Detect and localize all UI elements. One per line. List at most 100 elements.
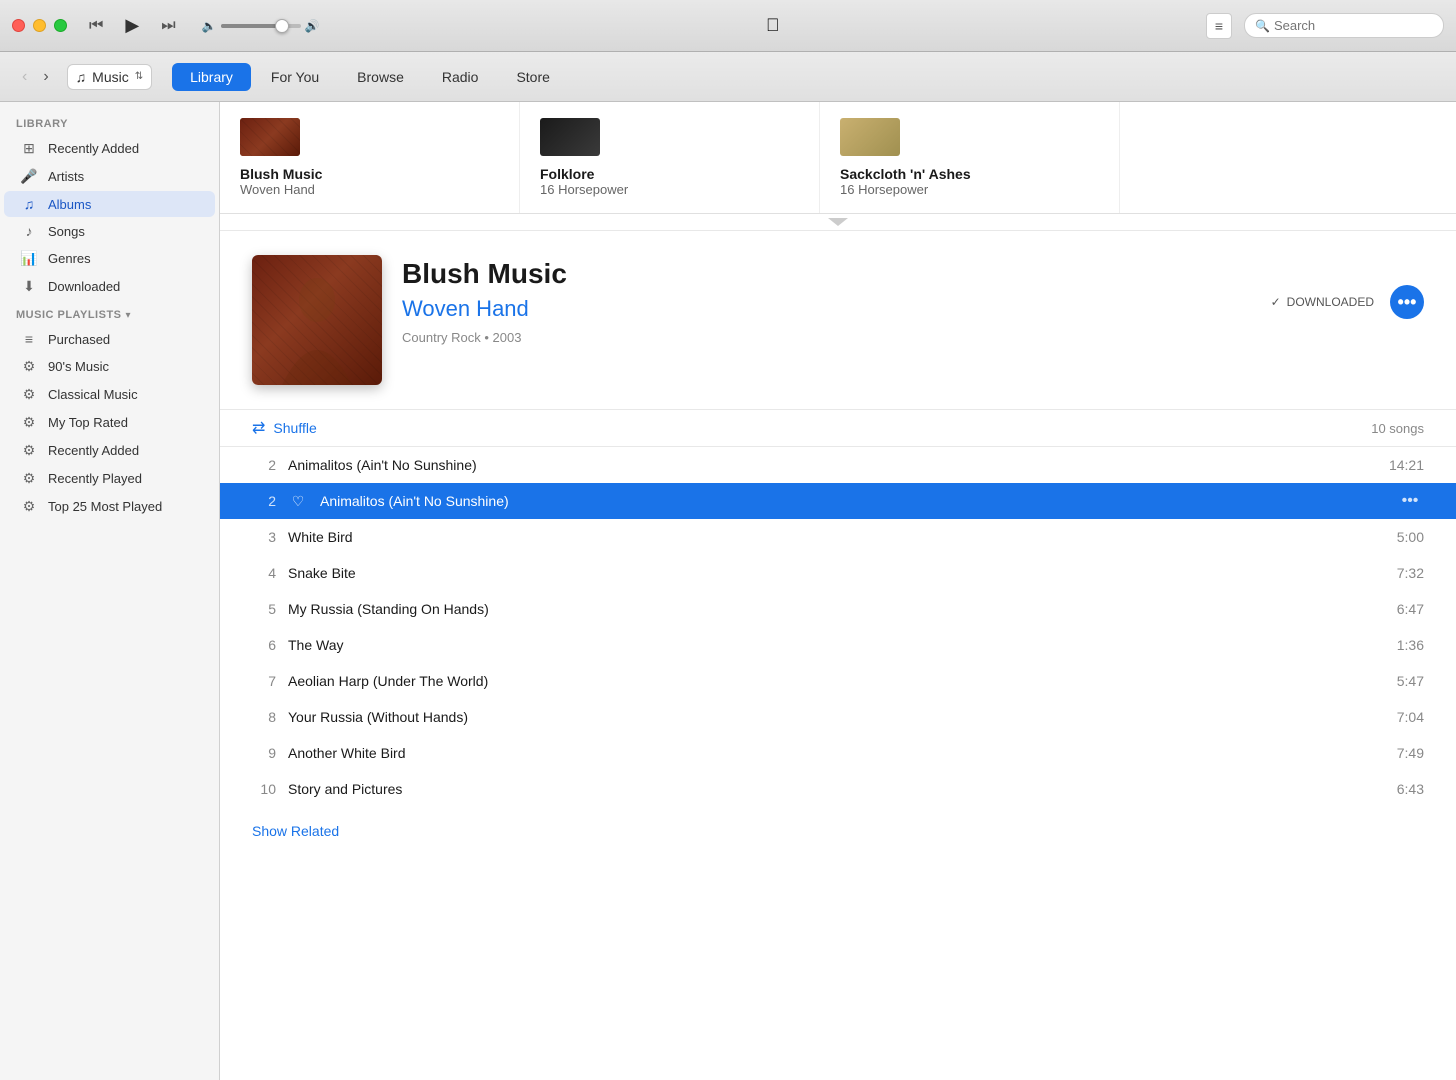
- track-row[interactable]: 7 Aeolian Harp (Under The World) 5:47: [220, 663, 1456, 699]
- show-related-button[interactable]: Show Related: [252, 823, 339, 839]
- sidebar-item-label: Artists: [48, 169, 84, 184]
- sidebar-item-purchased[interactable]: ≡ Purchased: [4, 326, 215, 352]
- tab-store[interactable]: Store: [498, 63, 567, 91]
- navbar: ‹ › ♫ Music ⇅ Library For You Browse Rad…: [0, 52, 1456, 102]
- sidebar-item-90s-music[interactable]: ⚙ 90's Music: [4, 353, 215, 380]
- sidebar-item-label: Genres: [48, 251, 91, 266]
- sidebar-item-recently-added[interactable]: ⊞ Recently Added: [4, 135, 215, 162]
- content-area: Blush Music Woven Hand Folklore 16 Horse…: [220, 102, 1456, 1080]
- apple-logo: : [340, 15, 1206, 36]
- sidebar-item-label: Albums: [48, 197, 91, 212]
- sidebar-item-top-25[interactable]: ⚙ Top 25 Most Played: [4, 493, 215, 520]
- volume-control[interactable]: 🔈 🔊: [202, 19, 320, 33]
- track-row[interactable]: 5 My Russia (Standing On Hands) 6:47: [220, 591, 1456, 627]
- track-duration: 7:04: [1397, 709, 1424, 725]
- sidebar-item-label: Classical Music: [48, 387, 138, 402]
- artists-icon: 🎤: [20, 168, 38, 185]
- nav-tabs: Library For You Browse Radio Store: [172, 63, 568, 91]
- album-strip-item-sackcloth[interactable]: Sackcloth 'n' Ashes 16 Horsepower: [820, 102, 1120, 213]
- sidebar-item-label: Top 25 Most Played: [48, 499, 162, 514]
- track-row[interactable]: 9 Another White Bird 7:49: [220, 735, 1456, 771]
- sidebar-item-label: Downloaded: [48, 279, 120, 294]
- album-strip-item-blush[interactable]: Blush Music Woven Hand: [220, 102, 520, 213]
- tab-library[interactable]: Library: [172, 63, 251, 91]
- maximize-button[interactable]: [54, 19, 67, 32]
- downloaded-icon: ⬇: [20, 278, 38, 295]
- sidebar-item-top-rated[interactable]: ⚙ My Top Rated: [4, 409, 215, 436]
- album-thumb-sackcloth: [840, 118, 900, 156]
- forward-nav-button[interactable]: ›: [37, 66, 54, 88]
- album-actions: ✓ DOWNLOADED •••: [1271, 255, 1424, 319]
- track-title: Snake Bite: [288, 565, 1385, 581]
- purchased-icon: ≡: [20, 331, 38, 347]
- track-number: 2: [252, 493, 276, 509]
- tab-radio[interactable]: Radio: [424, 63, 497, 91]
- track-number: 9: [252, 745, 276, 761]
- search-bar[interactable]: 🔍: [1244, 13, 1444, 38]
- track-row[interactable]: 3 White Bird 5:00: [220, 519, 1456, 555]
- track-title: Aeolian Harp (Under The World): [288, 673, 1385, 689]
- rewind-button[interactable]: ⏮: [83, 13, 109, 39]
- sidebar-item-albums[interactable]: ♫ Albums: [4, 191, 215, 217]
- track-number: 2: [252, 457, 276, 473]
- playlists-section-label: Music Playlists: [16, 309, 122, 321]
- downloaded-label: DOWNLOADED: [1287, 295, 1374, 309]
- sidebar-item-recently-added-pl[interactable]: ⚙ Recently Added: [4, 437, 215, 464]
- sidebar-item-genres[interactable]: 📊 Genres: [4, 245, 215, 272]
- sidebar-item-recently-played[interactable]: ⚙ Recently Played: [4, 465, 215, 492]
- album-strip-item-folklore[interactable]: Folklore 16 Horsepower: [520, 102, 820, 213]
- minimize-button[interactable]: [33, 19, 46, 32]
- play-button[interactable]: ▶: [117, 11, 147, 40]
- track-row[interactable]: 2 ♡ Animalitos (Ain't No Sunshine) •••: [220, 483, 1456, 519]
- tab-browse[interactable]: Browse: [339, 63, 422, 91]
- search-input[interactable]: [1274, 18, 1433, 33]
- track-row[interactable]: 10 Story and Pictures 6:43: [220, 771, 1456, 807]
- track-more-icon[interactable]: •••: [1396, 492, 1424, 510]
- chevron-up-down-icon: ⇅: [135, 71, 143, 82]
- forward-button[interactable]: ⏭: [155, 13, 181, 39]
- sidebar-item-label: My Top Rated: [48, 415, 128, 430]
- track-title: Another White Bird: [288, 745, 1385, 761]
- traffic-lights: [12, 19, 67, 32]
- album-art: [252, 255, 382, 385]
- close-button[interactable]: [12, 19, 25, 32]
- shuffle-label: Shuffle: [273, 420, 316, 436]
- track-row[interactable]: 6 The Way 1:36: [220, 627, 1456, 663]
- sidebar-item-songs[interactable]: ♪ Songs: [4, 218, 215, 244]
- volume-track[interactable]: [221, 24, 301, 28]
- list-view-button[interactable]: ≡: [1206, 13, 1232, 39]
- more-options-button[interactable]: •••: [1390, 285, 1424, 319]
- sidebar-item-label: Songs: [48, 224, 85, 239]
- album-info: Blush Music Woven Hand Country Rock • 20…: [402, 255, 1251, 345]
- recently-added-pl-icon: ⚙: [20, 442, 38, 459]
- back-button[interactable]: ‹: [16, 66, 33, 88]
- sidebar: Library ⊞ Recently Added 🎤 Artists ♫ Alb…: [0, 102, 220, 1080]
- volume-thumb[interactable]: [275, 19, 289, 33]
- track-title: The Way: [288, 637, 1385, 653]
- album-strip-artist: Woven Hand: [240, 182, 315, 197]
- heart-icon[interactable]: ♡: [288, 493, 308, 510]
- track-row[interactable]: 4 Snake Bite 7:32: [220, 555, 1456, 591]
- track-title: White Bird: [288, 529, 1385, 545]
- scroll-indicator: [220, 214, 1456, 231]
- track-title: Story and Pictures: [288, 781, 1385, 797]
- playlists-header[interactable]: Music Playlists ▾: [0, 301, 219, 325]
- main-area: Library ⊞ Recently Added 🎤 Artists ♫ Alb…: [0, 102, 1456, 1080]
- volume-high-icon: 🔊: [305, 19, 320, 33]
- music-selector[interactable]: ♫ Music ⇅: [67, 64, 152, 90]
- sidebar-item-classical[interactable]: ⚙ Classical Music: [4, 381, 215, 408]
- track-duration: 6:47: [1397, 601, 1424, 617]
- album-thumb-folklore: [540, 118, 600, 156]
- tab-for-you[interactable]: For You: [253, 63, 337, 91]
- shuffle-button[interactable]: ⇄ Shuffle: [252, 418, 317, 438]
- track-duration: 14:21: [1389, 457, 1424, 473]
- track-duration: 6:43: [1397, 781, 1424, 797]
- track-row[interactable]: 8 Your Russia (Without Hands) 7:04: [220, 699, 1456, 735]
- sidebar-item-downloaded[interactable]: ⬇ Downloaded: [4, 273, 215, 300]
- track-number: 4: [252, 565, 276, 581]
- album-artist-link[interactable]: Woven Hand: [402, 296, 1251, 322]
- track-title: Your Russia (Without Hands): [288, 709, 1385, 725]
- checkmark-icon: ✓: [1271, 295, 1281, 309]
- track-row[interactable]: 2 Animalitos (Ain't No Sunshine) 14:21: [220, 447, 1456, 483]
- sidebar-item-artists[interactable]: 🎤 Artists: [4, 163, 215, 190]
